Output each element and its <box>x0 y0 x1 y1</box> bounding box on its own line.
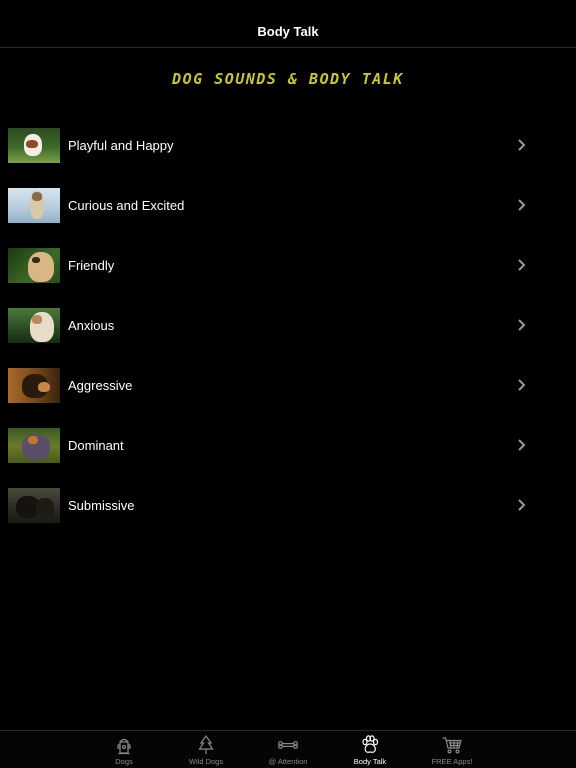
tab-label: FREE Apps! <box>431 757 473 766</box>
list-item-submissive[interactable]: Submissive <box>0 475 576 535</box>
tab-attention[interactable]: @ Attention <box>247 731 329 768</box>
tab-body-talk[interactable]: Body Talk <box>329 731 411 768</box>
tab-label: Wild Dogs <box>188 757 224 766</box>
dog-thumbnail <box>8 487 60 523</box>
dog-thumbnail <box>8 367 60 403</box>
list-item-curious-and-excited[interactable]: Curious and Excited <box>0 175 576 235</box>
tab-label: Body Talk <box>353 757 387 766</box>
dog-thumbnail <box>8 307 60 343</box>
tree-icon <box>198 734 214 754</box>
list-item-aggressive[interactable]: Aggressive <box>0 355 576 415</box>
dog-thumbnail <box>8 187 60 223</box>
paw-icon <box>362 735 379 753</box>
chevron-right-icon <box>518 319 526 331</box>
tab-label: Dogs <box>115 757 133 766</box>
chevron-right-icon <box>518 439 526 451</box>
tab-free-apps[interactable]: FREE Apps! <box>411 731 493 768</box>
fire-hydrant-icon <box>117 738 131 755</box>
page-title: Body Talk <box>257 23 319 39</box>
list-item-label: Friendly <box>68 257 115 273</box>
header-banner: Dog Sounds & Body Talk <box>0 70 576 89</box>
list-item-label: Playful and Happy <box>68 137 174 153</box>
list-item-label: Dominant <box>68 437 124 453</box>
body-talk-list: Playful and Happy Curious and Excited Fr… <box>0 115 576 535</box>
chevron-right-icon <box>518 259 526 271</box>
list-item-friendly[interactable]: Friendly <box>0 235 576 295</box>
shopping-cart-icon <box>442 737 462 754</box>
tab-dogs[interactable]: Dogs <box>83 731 165 768</box>
dog-thumbnail <box>8 247 60 283</box>
chevron-right-icon <box>518 499 526 511</box>
banner-title: Dog Sounds & Body Talk <box>172 70 404 88</box>
bone-icon <box>278 741 298 749</box>
list-item-dominant[interactable]: Dominant <box>0 415 576 475</box>
chevron-right-icon <box>518 199 526 211</box>
tab-bar: Dogs Wild Dogs @ Attention Body Talk FRE… <box>0 730 576 768</box>
list-item-label: Curious and Excited <box>68 197 185 213</box>
dog-thumbnail <box>8 427 60 463</box>
navigation-bar: Body Talk <box>0 0 576 48</box>
list-item-label: Anxious <box>68 317 115 333</box>
list-item-playful-and-happy[interactable]: Playful and Happy <box>0 115 576 175</box>
list-item-label: Aggressive <box>68 377 133 393</box>
list-item-anxious[interactable]: Anxious <box>0 295 576 355</box>
chevron-right-icon <box>518 379 526 391</box>
dog-thumbnail <box>8 127 60 163</box>
chevron-right-icon <box>518 139 526 151</box>
list-item-label: Submissive <box>68 497 135 513</box>
tab-wild-dogs[interactable]: Wild Dogs <box>165 731 247 768</box>
tab-label: @ Attention <box>268 757 308 766</box>
